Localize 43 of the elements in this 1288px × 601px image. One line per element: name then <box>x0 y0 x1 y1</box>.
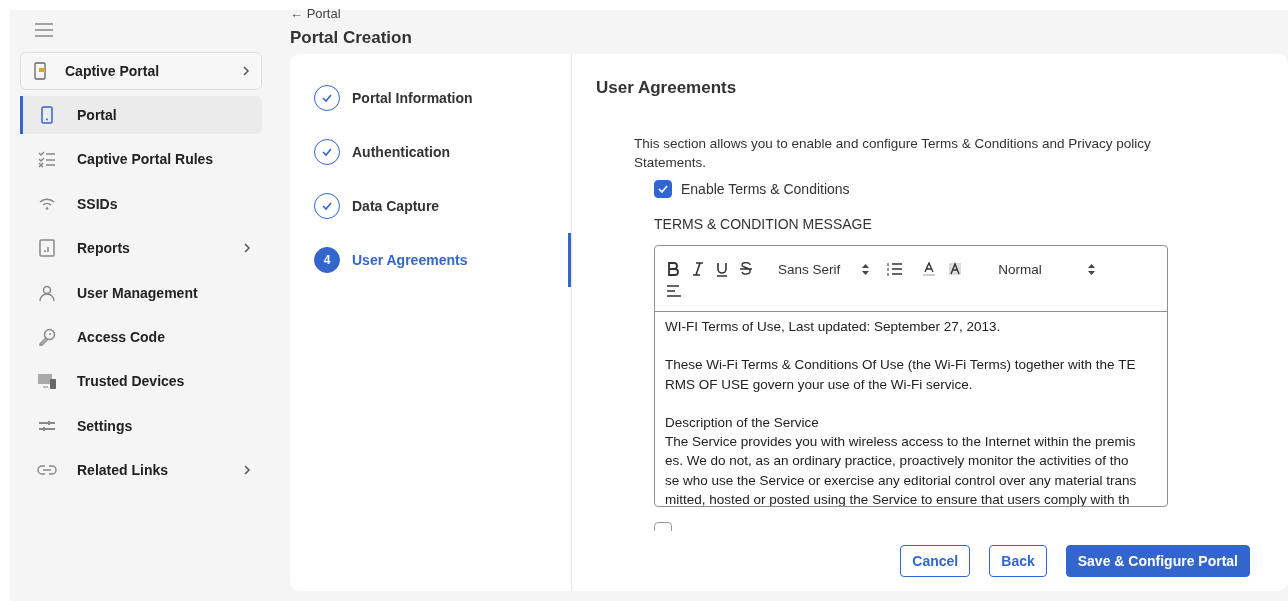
sidebar-item[interactable]: Access Code <box>20 317 262 356</box>
outline-button[interactable]: Back <box>989 545 1047 577</box>
editor-paragraph: Description of the Service The Service provides you with wireless access to the Internet within the premis es. We do not, as an ordinary practice, proactively monitor the activities of tho se who use the Service or exercise any editorial control over any material trans mitted, hosted or posted using the Service to ensure that users comply with th <box>665 414 1138 506</box>
checkbox[interactable] <box>654 180 672 198</box>
chevron-right-icon <box>241 66 251 76</box>
checkmark-icon <box>321 146 333 158</box>
size-select[interactable]: Normal <box>998 258 1095 280</box>
sidebar-item[interactable]: Portal <box>20 96 262 134</box>
sidebar-item[interactable]: Captive Portal Rules <box>20 140 262 179</box>
wizard-step[interactable]: 4 User Agreements <box>290 233 571 287</box>
report-icon <box>37 238 57 259</box>
sidebar-item[interactable]: SSIDs <box>20 184 262 223</box>
devices-icon <box>37 371 57 392</box>
checkbox-label: Enable Terms & Conditions <box>681 181 850 197</box>
chevron-right-icon <box>242 243 252 254</box>
checkmark-icon <box>321 200 333 212</box>
sidebar-header[interactable]: Captive Portal <box>20 52 262 90</box>
rich-text-editor[interactable] <box>654 245 1168 507</box>
section-title: User Agreements <box>596 78 738 98</box>
primary-button[interactable]: Save & Configure Portal <box>1065 545 1250 577</box>
checkmark-icon <box>321 92 333 104</box>
checkmark-icon <box>657 183 669 195</box>
sort-icon <box>1087 263 1095 275</box>
sidebar-item[interactable]: Settings <box>20 406 262 445</box>
sidebar-item[interactable]: Trusted Devices <box>20 362 262 401</box>
wizard-step[interactable]: Data Capture <box>290 179 571 233</box>
wizard-step[interactable]: Portal Information <box>290 71 571 125</box>
back-link[interactable]: ← Portal <box>290 10 1288 22</box>
sidebar-item[interactable]: User Management <box>20 273 262 312</box>
checklist-icon <box>37 149 57 170</box>
editor-paragraph: WI-FI Terms of Use, Last updated: September 27, 2013. <box>665 318 1002 336</box>
sidebar-item[interactable]: Related Links <box>20 451 262 490</box>
field-label: TERMS & CONDITION MESSAGE <box>654 216 873 232</box>
intro-text: This section allows you to enable and configure Terms & Conditions and Privacy policy Statements. <box>634 135 1152 172</box>
outline-button[interactable]: Cancel <box>900 545 971 577</box>
page-title: Portal Creation <box>290 28 413 48</box>
font-select[interactable]: Sans Serif <box>778 258 870 280</box>
wizard-step[interactable]: Authentication <box>290 125 571 179</box>
chevron-right-icon <box>242 465 252 476</box>
key-icon <box>37 326 57 347</box>
sidebar-item[interactable]: Reports <box>20 229 262 268</box>
sort-icon <box>862 263 870 275</box>
editor-paragraph: These Wi-Fi Terms & Conditions Of Use (the Wi-Fi Terms) together with the TE RMS OF USE govern your use of the Wi-Fi service. <box>665 356 1137 394</box>
